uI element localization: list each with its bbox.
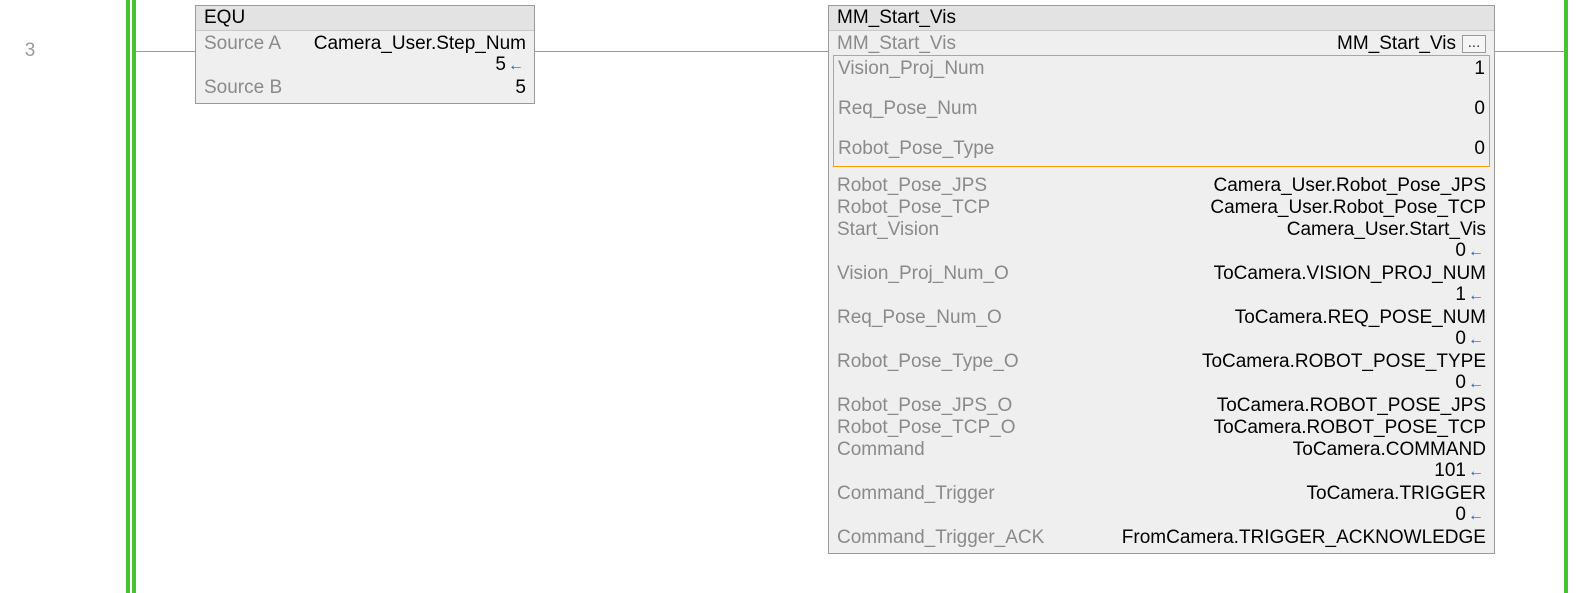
param-live-value: 5← <box>204 54 526 77</box>
left-arrow-icon: ← <box>1466 375 1484 392</box>
left-arrow-icon: ← <box>1466 243 1484 260</box>
param-label: Source A <box>204 33 281 55</box>
param-value[interactable]: ToCamera.COMMAND <box>1293 439 1486 461</box>
param-label: Robot_Pose_TCP <box>837 197 990 219</box>
param-label: MM_Start_Vis <box>837 33 956 55</box>
param-row[interactable]: Command ToCamera.COMMAND <box>837 439 1486 461</box>
param-live-value: 101← <box>837 460 1486 483</box>
param-label: Robot_Pose_Type_O <box>837 351 1019 373</box>
param-label: Start_Vision <box>837 219 939 241</box>
left-arrow-icon: ← <box>1466 463 1484 480</box>
rung-wire <box>535 51 828 52</box>
param-row[interactable]: Command_Trigger ToCamera.TRIGGER <box>837 483 1486 505</box>
param-live-value: 0← <box>837 504 1486 527</box>
param-row[interactable]: Vision_Proj_Num_O ToCamera.VISION_PROJ_NU… <box>837 263 1486 285</box>
param-row[interactable]: Robot_Pose_TCP_O ToCamera.ROBOT_POSE_TCP <box>837 417 1486 439</box>
rung-wire <box>136 51 195 52</box>
param-value[interactable]: MM_Start_Vis <box>1337 33 1456 55</box>
param-label: Req_Pose_Num <box>838 98 977 120</box>
highlighted-params: Vision_Proj_Num 1 Req_Pose_Num 0 Robot_P… <box>833 55 1490 167</box>
param-label: Source B <box>204 77 282 99</box>
param-label: Command <box>837 439 925 461</box>
param-label: Req_Pose_Num_O <box>837 307 1002 329</box>
param-label: Command_Trigger <box>837 483 995 505</box>
equ-header: EQU <box>196 6 534 31</box>
rung-number[interactable]: 3 <box>0 40 60 62</box>
param-value[interactable]: Camera_User.Robot_Pose_JPS <box>1214 175 1486 197</box>
param-value[interactable]: 5 <box>515 77 526 99</box>
left-arrow-icon: ← <box>1466 287 1484 304</box>
param-row[interactable]: Robot_Pose_Type_O ToCamera.ROBOT_POSE_TYP… <box>837 351 1486 373</box>
param-row[interactable]: Source A Camera_User.Step_Num <box>204 33 526 55</box>
param-value[interactable]: Camera_User.Step_Num <box>314 33 526 55</box>
mm-start-vis-block[interactable]: MM_Start_Vis MM_Start_Vis MM_Start_Vis .… <box>828 5 1495 554</box>
mm-start-vis-header: MM_Start_Vis <box>829 6 1494 31</box>
param-value[interactable]: Camera_User.Start_Vis <box>1287 219 1486 241</box>
param-label: Robot_Pose_Type <box>838 138 994 160</box>
param-row[interactable]: Start_Vision Camera_User.Start_Vis <box>837 219 1486 241</box>
param-label: Vision_Proj_Num <box>838 58 984 80</box>
param-row[interactable]: Req_Pose_Num_O ToCamera.REQ_POSE_NUM <box>837 307 1486 329</box>
param-row[interactable]: Robot_Pose_TCP Camera_User.Robot_Pose_TCP <box>837 197 1486 219</box>
param-value[interactable]: 0 <box>1474 138 1485 160</box>
param-row[interactable]: Robot_Pose_Type 0 <box>838 138 1485 160</box>
left-arrow-icon: ← <box>1466 331 1484 348</box>
left-rail <box>126 0 130 593</box>
param-row[interactable]: Command_Trigger_ACK FromCamera.TRIGGER_AC… <box>837 527 1486 549</box>
param-row[interactable]: Source B 5 <box>204 77 526 99</box>
param-live-value: 1← <box>837 284 1486 307</box>
param-live-value: 0← <box>837 372 1486 395</box>
param-label: Robot_Pose_JPS_O <box>837 395 1012 417</box>
param-label: Vision_Proj_Num_O <box>837 263 1009 285</box>
equ-block[interactable]: EQU Source A Camera_User.Step_Num 5← Sou… <box>195 5 535 104</box>
param-row[interactable]: Req_Pose_Num 0 <box>838 98 1485 120</box>
param-row[interactable]: Robot_Pose_JPS Camera_User.Robot_Pose_JPS <box>837 175 1486 197</box>
param-label: Robot_Pose_TCP_O <box>837 417 1016 439</box>
param-value[interactable]: ToCamera.ROBOT_POSE_TYPE <box>1202 351 1486 373</box>
param-value[interactable]: ToCamera.TRIGGER <box>1307 483 1486 505</box>
ladder-canvas: 3 EQU Source A Camera_User.Step_Num 5← S… <box>0 0 1587 593</box>
param-row[interactable]: Vision_Proj_Num 1 <box>838 58 1485 80</box>
instance-row[interactable]: MM_Start_Vis MM_Start_Vis ... <box>837 33 1486 55</box>
ellipsis-button[interactable]: ... <box>1462 35 1486 53</box>
param-value[interactable]: ToCamera.ROBOT_POSE_JPS <box>1217 395 1486 417</box>
param-label: Robot_Pose_JPS <box>837 175 987 197</box>
param-value[interactable]: FromCamera.TRIGGER_ACKNOWLEDGE <box>1122 527 1486 549</box>
param-value[interactable]: ToCamera.VISION_PROJ_NUM <box>1214 263 1486 285</box>
equ-body: Source A Camera_User.Step_Num 5← Source … <box>196 31 534 103</box>
param-live-value: 0← <box>837 328 1486 351</box>
left-arrow-icon: ← <box>1466 507 1484 524</box>
param-label: Command_Trigger_ACK <box>837 527 1044 549</box>
param-live-value: 0← <box>837 240 1486 263</box>
param-value[interactable]: ToCamera.REQ_POSE_NUM <box>1235 307 1486 329</box>
right-rail <box>1564 0 1568 593</box>
param-value[interactable]: ToCamera.ROBOT_POSE_TCP <box>1214 417 1486 439</box>
mm-start-vis-body: MM_Start_Vis MM_Start_Vis ... Vision_Pro… <box>829 31 1494 553</box>
param-value[interactable]: 0 <box>1474 98 1485 120</box>
param-value[interactable]: 1 <box>1474 58 1485 80</box>
left-arrow-icon: ← <box>506 57 524 74</box>
param-row[interactable]: Robot_Pose_JPS_O ToCamera.ROBOT_POSE_JPS <box>837 395 1486 417</box>
param-value[interactable]: Camera_User.Robot_Pose_TCP <box>1210 197 1486 219</box>
rung-wire <box>1495 51 1564 52</box>
